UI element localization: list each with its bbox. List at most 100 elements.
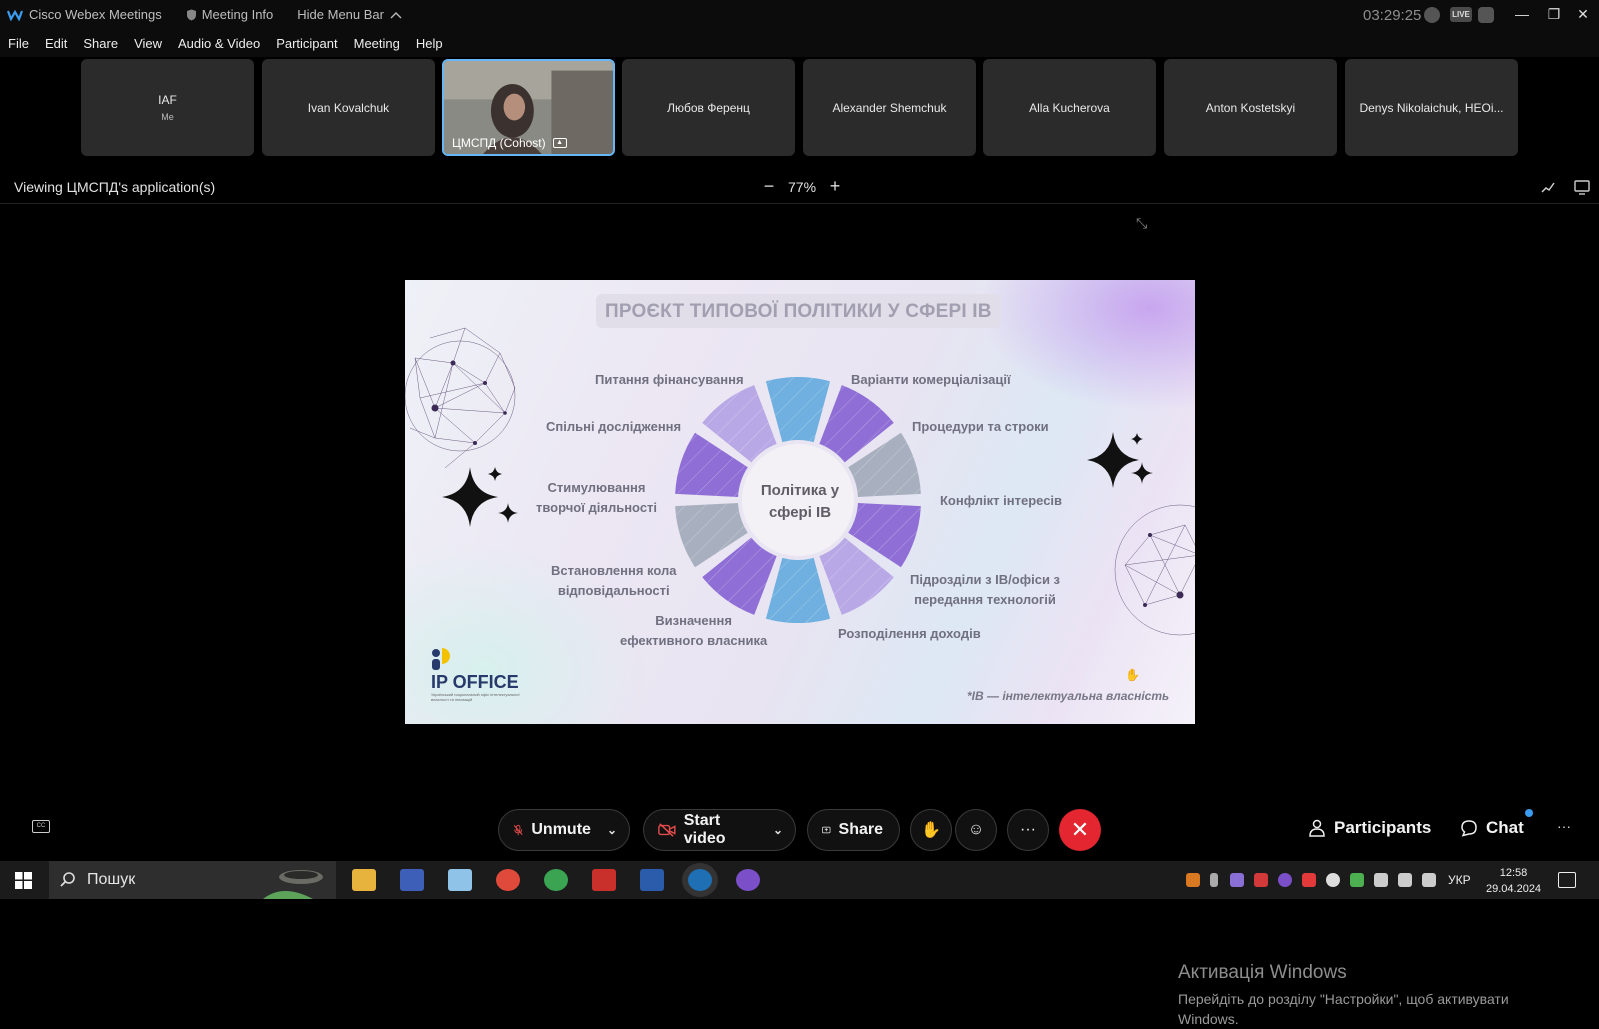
microphone-icon[interactable] bbox=[1210, 873, 1218, 887]
menu-audio-video[interactable]: Audio & Video bbox=[178, 36, 260, 51]
sparkle-decoration bbox=[442, 467, 518, 527]
wheel-segment-texture bbox=[765, 377, 831, 443]
wheel-label: Конфлікт інтересів bbox=[940, 493, 1063, 508]
participant-name: Ivan Kovalchuk bbox=[307, 100, 390, 115]
shared-content-area: ⤡ ПРОЄКТ ТИПОВОЇ ПОЛІТИКИ У СФЕРІ ІВ Пол… bbox=[0, 205, 1599, 1027]
participant-tile[interactable]: Alexander Shemchuk bbox=[803, 59, 976, 156]
windows-start-icon[interactable] bbox=[15, 872, 32, 889]
participant-tile[interactable]: Anton Kostetskyi bbox=[1164, 59, 1337, 156]
participant-tile[interactable]: Alla Kucherova bbox=[983, 59, 1156, 156]
tray-app-icon[interactable] bbox=[1350, 873, 1364, 887]
captions-icon[interactable]: CC bbox=[32, 820, 50, 833]
participant-tile[interactable]: Любов Ференц bbox=[622, 59, 795, 156]
menu-file[interactable]: File bbox=[8, 36, 29, 51]
participants-label: Participants bbox=[1334, 818, 1432, 837]
wheel-label: Спільні дослідження bbox=[546, 419, 682, 434]
menu-help[interactable]: Help bbox=[416, 36, 443, 51]
notifications-icon[interactable] bbox=[1558, 872, 1576, 888]
chat-button[interactable]: Chat bbox=[1460, 818, 1524, 838]
participant-tile[interactable]: IAF Me bbox=[81, 59, 254, 156]
chevron-up-icon bbox=[390, 11, 402, 18]
word-icon[interactable] bbox=[640, 869, 664, 891]
taskbar-time: 12:58 bbox=[1499, 867, 1528, 879]
display-tray-icon[interactable] bbox=[1398, 873, 1412, 887]
pen-icon[interactable] bbox=[1230, 873, 1244, 887]
display-icon[interactable] bbox=[1574, 179, 1590, 195]
participant-tile[interactable]: Ivan Kovalchuk bbox=[262, 59, 435, 156]
screen-share-icon: ▲ bbox=[552, 138, 567, 148]
participant-strip: IAF Me Ivan Kovalchuk ЦМСПД (Cohost) ▲ Л… bbox=[0, 57, 1599, 160]
search-placeholder: Пошук bbox=[87, 871, 136, 888]
network-sphere-decoration bbox=[1114, 504, 1195, 636]
live-badge: LIVE bbox=[1450, 7, 1472, 22]
taskbar-clock[interactable]: 12:58 29.04.2024 bbox=[1486, 865, 1541, 897]
pdf-reader-icon[interactable] bbox=[592, 869, 616, 891]
share-button[interactable]: Share bbox=[807, 809, 900, 851]
chat-notification-dot bbox=[1525, 809, 1533, 817]
unmute-button[interactable]: Unmute ⌄ bbox=[498, 809, 630, 851]
unmute-label: Unmute bbox=[531, 821, 591, 838]
participant-tile[interactable]: Denys Nikolaichuk, HEOi... bbox=[1345, 59, 1518, 156]
activation-line: Windows. bbox=[1178, 1011, 1239, 1027]
chevron-down-icon[interactable]: ⌄ bbox=[773, 823, 783, 837]
more-options-button[interactable]: ··· bbox=[1007, 809, 1049, 851]
hide-menu-bar-button[interactable]: Hide Menu Bar bbox=[297, 7, 407, 22]
leave-meeting-button[interactable]: ✕ bbox=[1059, 809, 1101, 851]
tray-app-icon[interactable] bbox=[1186, 873, 1200, 887]
wheel-label: Встановлення кола відповідальності bbox=[551, 561, 677, 601]
start-video-button[interactable]: Start video ⌄ bbox=[643, 809, 796, 851]
menu-participant[interactable]: Participant bbox=[276, 36, 337, 51]
participant-name: Anton Kostetskyi bbox=[1205, 100, 1296, 115]
notes-app-icon[interactable] bbox=[448, 869, 472, 891]
wheel-label-line: Стимулювання bbox=[547, 480, 646, 495]
wheel-label-line: творчої діяльності bbox=[536, 500, 658, 515]
zoom-out-button[interactable]: − bbox=[758, 176, 780, 197]
webex-taskbar-icon[interactable] bbox=[688, 869, 712, 891]
more-icon[interactable]: ··· bbox=[1557, 818, 1571, 834]
chrome-profile-icon[interactable] bbox=[544, 869, 568, 891]
menu-view[interactable]: View bbox=[134, 36, 162, 51]
menu-share[interactable]: Share bbox=[83, 36, 118, 51]
ip-office-text: IP OFFICE bbox=[431, 672, 519, 692]
network-sphere-decoration bbox=[405, 327, 516, 469]
chrome-icon[interactable] bbox=[496, 869, 520, 891]
tray-app-icon[interactable] bbox=[1254, 873, 1268, 887]
wheel-label: Визначення ефективного власника bbox=[620, 611, 767, 651]
windows-taskbar: Пошук УКР 12:58 29.04.2024 bbox=[0, 861, 1599, 899]
save-app-icon[interactable] bbox=[400, 869, 424, 891]
close-button[interactable]: ✕ bbox=[1573, 4, 1593, 24]
menu-meeting[interactable]: Meeting bbox=[354, 36, 400, 51]
restore-button[interactable]: ❐ bbox=[1544, 4, 1564, 24]
minimize-button[interactable]: — bbox=[1512, 4, 1532, 24]
participant-name: Любов Ференц bbox=[667, 100, 750, 115]
meeting-info-button[interactable]: Meeting Info bbox=[186, 7, 274, 22]
viber-tray-icon[interactable] bbox=[1278, 873, 1292, 887]
network-icon[interactable] bbox=[1374, 873, 1388, 887]
menu-bar: File Edit Share View Audio & Video Parti… bbox=[0, 29, 1599, 57]
zoom-in-button[interactable]: + bbox=[824, 176, 846, 197]
viber-icon[interactable] bbox=[736, 869, 760, 891]
file-explorer-icon[interactable] bbox=[352, 869, 376, 891]
more-icon: ··· bbox=[1020, 821, 1036, 838]
participants-button[interactable]: Participants bbox=[1308, 818, 1431, 838]
slide-footnote: *ІВ — інтелектуальна власність bbox=[967, 689, 1170, 703]
chevron-down-icon[interactable]: ⌄ bbox=[607, 823, 617, 837]
exit-fullscreen-icon[interactable]: ⤡ bbox=[1136, 215, 1147, 232]
cohost-label: ЦМСПД (Cohost) ▲ bbox=[452, 136, 567, 150]
participant-tile-active-speaker[interactable]: ЦМСПД (Cohost) ▲ bbox=[442, 59, 615, 156]
raise-hand-button[interactable]: ✋ bbox=[910, 809, 952, 851]
meeting-info-label: Meeting Info bbox=[201, 7, 274, 22]
language-indicator[interactable]: УКР bbox=[1448, 873, 1471, 887]
stats-icon[interactable] bbox=[1478, 7, 1494, 23]
menu-edit[interactable]: Edit bbox=[45, 36, 67, 51]
reactions-button[interactable]: ☺ bbox=[955, 809, 997, 851]
participant-sub: Me bbox=[161, 112, 174, 122]
annotate-icon[interactable] bbox=[1540, 179, 1556, 195]
tray-app-icon[interactable] bbox=[1326, 873, 1340, 887]
volume-icon[interactable] bbox=[1422, 873, 1436, 887]
taskbar-search[interactable]: Пошук bbox=[49, 861, 336, 899]
zoom-level: 77% bbox=[788, 178, 817, 195]
wheel-label-line: ефективного власника bbox=[620, 633, 768, 648]
shared-slide: ПРОЄКТ ТИПОВОЇ ПОЛІТИКИ У СФЕРІ ІВ Політ… bbox=[405, 280, 1195, 724]
tray-app-icon[interactable] bbox=[1302, 873, 1316, 887]
